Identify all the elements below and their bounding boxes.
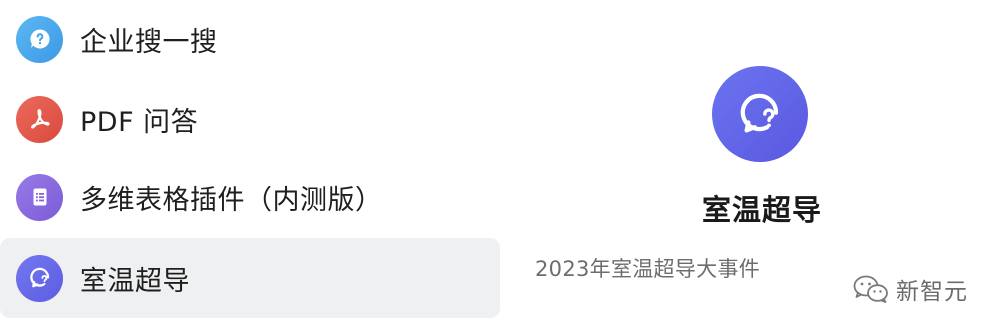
pdf-icon <box>16 95 63 143</box>
menu-item-label: 室温超导 <box>80 265 190 297</box>
plugin-title: 室温超导 <box>701 193 822 227</box>
watermark-text: 新智元 <box>896 279 968 305</box>
menu-item-label: 多维表格插件（内测版） <box>80 184 383 216</box>
menu-item-bitable-plugin[interactable]: 多维表格插件（内测版） <box>0 157 500 237</box>
superconductor-icon <box>16 254 63 302</box>
menu-item-enterprise-search[interactable]: 企业搜一搜 <box>0 0 500 79</box>
chat-question-icon <box>29 29 50 49</box>
watermark: 新智元 <box>852 272 968 306</box>
plugin-menu: 企业搜一搜 PDF 问答 多维表格插件（内测版） 室温超导 <box>0 0 502 332</box>
menu-item-pdf-qa[interactable]: PDF 问答 <box>0 79 500 159</box>
plugin-description: 2023年室温超导大事件 <box>535 257 761 281</box>
acrobat-icon <box>30 109 50 129</box>
menu-item-room-temp-superconductor[interactable]: 室温超导 <box>0 238 500 318</box>
chat-question-icon <box>740 93 779 133</box>
wechat-icon <box>853 275 888 303</box>
menu-item-label: 企业搜一搜 <box>80 26 218 58</box>
chat-question-icon <box>29 267 49 288</box>
enterprise-search-icon <box>16 15 63 63</box>
table-icon <box>16 173 63 221</box>
menu-item-label: PDF 问答 <box>80 106 199 138</box>
plugin-avatar <box>712 66 808 162</box>
document-list-icon <box>33 188 46 206</box>
